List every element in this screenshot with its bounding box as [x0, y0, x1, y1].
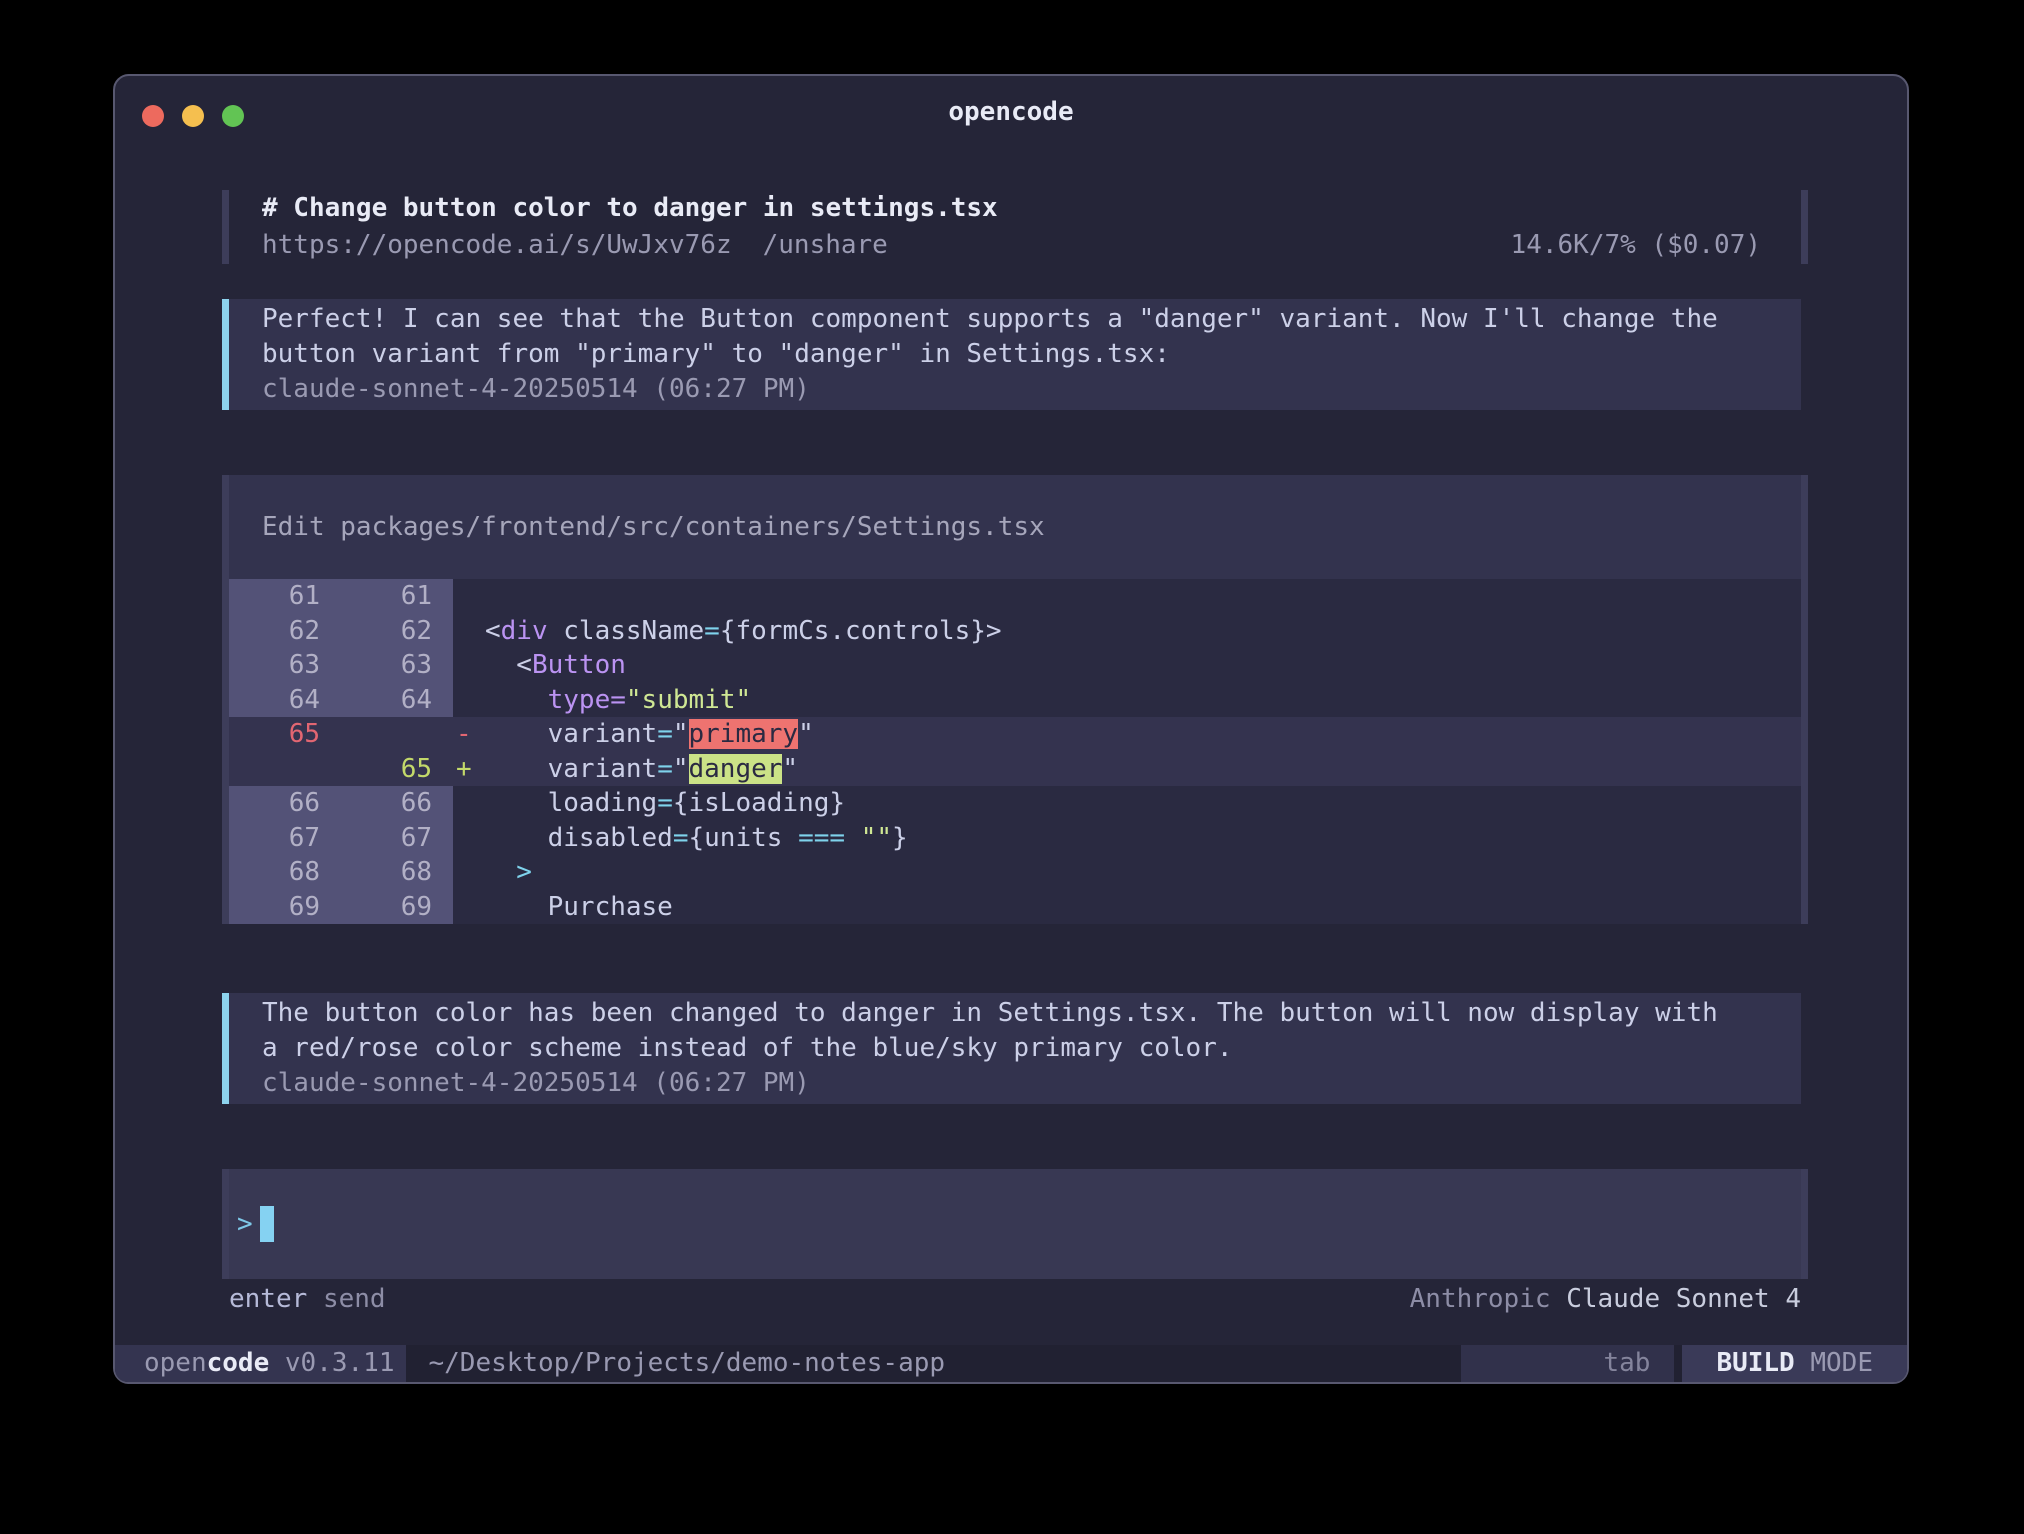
- code-line: [485, 579, 1801, 614]
- new-line-number: 61: [320, 579, 432, 614]
- prompt-input[interactable]: >: [222, 1169, 1808, 1279]
- window-title: opencode: [115, 94, 1907, 130]
- prompt-caret: >: [237, 1209, 253, 1239]
- edit-file-path: Edit packages/frontend/src/containers/Se…: [229, 475, 1801, 579]
- session-share-url[interactable]: https://opencode.ai/s/UwJxv76z: [262, 227, 732, 264]
- old-line-number: 67: [229, 821, 320, 856]
- old-line-number: 69: [229, 890, 320, 925]
- code-line: <div className={formCs.controls}>: [485, 614, 1801, 649]
- diff-marker: [453, 786, 485, 821]
- code-line: <Button: [485, 648, 1801, 683]
- send-hint: enter send: [229, 1282, 386, 1317]
- code-line: loading={isLoading}: [485, 786, 1801, 821]
- opencode-window: opencode # Change button color to danger…: [113, 74, 1909, 1384]
- diff-row: 6161: [229, 579, 1801, 614]
- diff-row: 6868 >: [229, 855, 1801, 890]
- statusbar-gap: [1674, 1345, 1682, 1382]
- diff-row: 6464 type="submit": [229, 683, 1801, 718]
- code-line: disabled={units === ""}: [485, 821, 1801, 856]
- new-line-number: 65: [320, 752, 432, 787]
- edit-tool-block: Edit packages/frontend/src/containers/Se…: [222, 475, 1808, 924]
- new-line-number: 64: [320, 683, 432, 718]
- code-line: type="submit": [485, 683, 1801, 718]
- status-bar: opencode v0.3.11 ~/Desktop/Projects/demo…: [115, 1345, 1907, 1382]
- app-version: v0.3.11: [285, 1348, 395, 1378]
- model-label: Claude Sonnet 4: [1566, 1284, 1801, 1314]
- message-line: Perfect! I can see that the Button compo…: [262, 302, 1801, 337]
- new-line-number: 69: [320, 890, 432, 925]
- diff-row: 6262 <div className={formCs.controls}>: [229, 614, 1801, 649]
- code-line: variant="primary": [485, 717, 1801, 752]
- message-line: The button color has been changed to dan…: [262, 996, 1801, 1031]
- old-line-number: 65: [229, 717, 320, 752]
- diff-marker: +: [453, 752, 485, 787]
- diff-marker: [453, 648, 485, 683]
- old-line-number: [229, 752, 320, 787]
- assistant-message: Perfect! I can see that the Button compo…: [222, 299, 1801, 410]
- enter-key-hint: enter: [229, 1284, 307, 1314]
- old-line-number: 64: [229, 683, 320, 718]
- diff-marker: [453, 579, 485, 614]
- diff-row: 65 + variant="danger": [229, 752, 1801, 787]
- new-line-number: 62: [320, 614, 432, 649]
- diff-row: 6969 Purchase: [229, 890, 1801, 925]
- code-line: >: [485, 855, 1801, 890]
- message-model-timestamp: claude-sonnet-4-20250514 (06:27 PM): [262, 1066, 1801, 1101]
- hint-row: enter send Anthropic Claude Sonnet 4: [229, 1282, 1801, 1317]
- diff-marker: [453, 683, 485, 718]
- old-line-number: 61: [229, 579, 320, 614]
- statusbar-spacer: [945, 1345, 1461, 1382]
- old-line-number: 63: [229, 648, 320, 683]
- message-line: a red/rose color scheme instead of the b…: [262, 1031, 1801, 1066]
- new-line-number: 63: [320, 648, 432, 683]
- old-line-number: 66: [229, 786, 320, 821]
- diff-marker: [453, 821, 485, 856]
- session-header: # Change button color to danger in setti…: [222, 190, 1808, 264]
- diff-row: 6767 disabled={units === ""}: [229, 821, 1801, 856]
- mode-suffix: MODE: [1810, 1348, 1873, 1378]
- diff-marker: [453, 614, 485, 649]
- unshare-command: /unshare: [763, 227, 888, 264]
- diff-marker: [453, 890, 485, 925]
- new-line-number: 66: [320, 786, 432, 821]
- diff-row: 6666 loading={isLoading}: [229, 786, 1801, 821]
- model-indicator: Anthropic Claude Sonnet 4: [1410, 1282, 1801, 1317]
- diff-row: 6363 <Button: [229, 648, 1801, 683]
- mode-name: BUILD: [1716, 1348, 1794, 1378]
- session-title: # Change button color to danger in setti…: [262, 190, 998, 227]
- code-line: Purchase: [485, 890, 1801, 925]
- working-directory: ~/Desktop/Projects/demo-notes-app: [428, 1345, 945, 1382]
- message-model-timestamp: claude-sonnet-4-20250514 (06:27 PM): [262, 372, 1801, 407]
- diff-marker: [453, 855, 485, 890]
- new-line-number: 68: [320, 855, 432, 890]
- old-line-number: 62: [229, 614, 320, 649]
- message-line: button variant from "primary" to "danger…: [262, 337, 1801, 372]
- code-line: variant="danger": [485, 752, 1801, 787]
- app-name-bold: code: [207, 1348, 270, 1378]
- new-line-number: [320, 717, 432, 752]
- send-action-label: send: [323, 1284, 386, 1314]
- app-name-regular: open: [144, 1348, 207, 1378]
- assistant-message: The button color has been changed to dan…: [222, 993, 1801, 1104]
- new-line-number: 67: [320, 821, 432, 856]
- diff-view: 61616262 <div className={formCs.controls}…: [229, 579, 1801, 924]
- diff-row: 65 - variant="primary": [229, 717, 1801, 752]
- mode-switch-key-hint: tab: [1461, 1345, 1674, 1382]
- provider-label: Anthropic: [1410, 1284, 1551, 1314]
- diff-marker: -: [453, 717, 485, 752]
- text-cursor: [260, 1206, 274, 1242]
- app-version-chip: opencode v0.3.11: [115, 1345, 406, 1382]
- mode-indicator: BUILD MODE: [1682, 1345, 1907, 1382]
- token-usage: 14.6K/7% ($0.07): [1511, 227, 1761, 264]
- old-line-number: 68: [229, 855, 320, 890]
